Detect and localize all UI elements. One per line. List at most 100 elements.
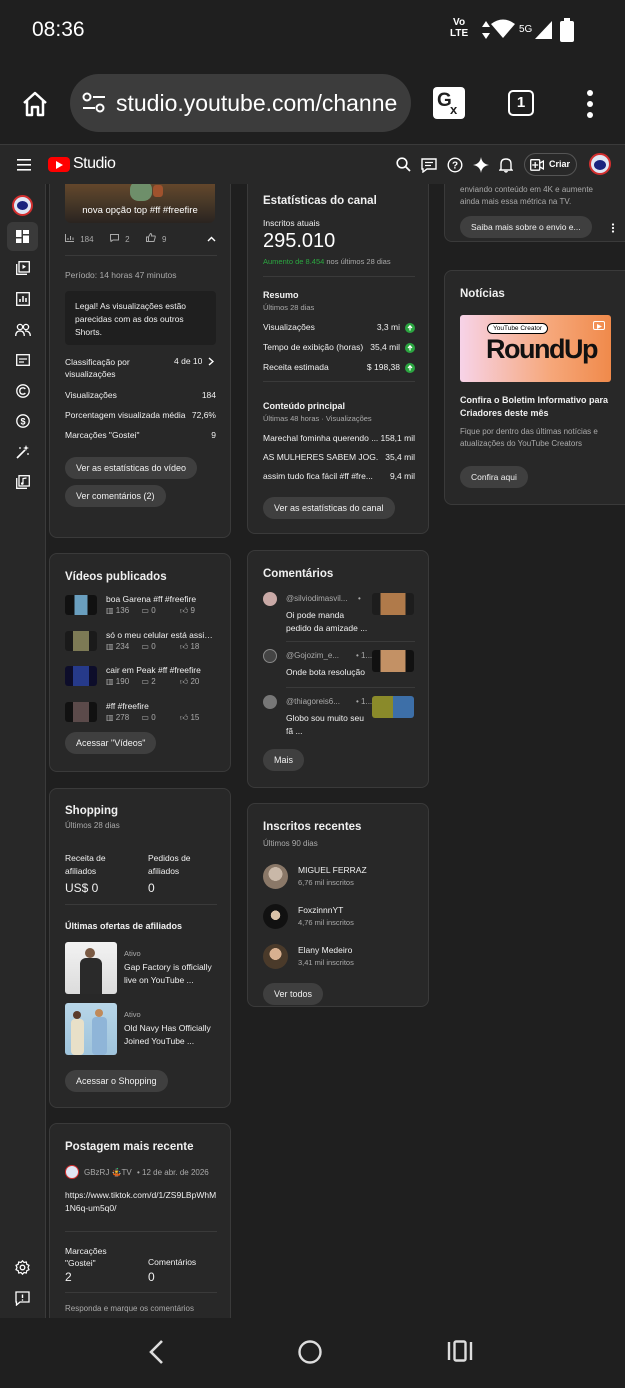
published-video-title-3[interactable]: cair em Peak #ff #freefire [106,665,218,675]
studio-logo-text[interactable]: Studio [73,155,116,173]
subscriber-avatar-1[interactable] [263,864,288,889]
video-thumbnail[interactable]: nova opção top #ff #freefire [65,184,215,223]
post-channel-name[interactable]: GBzRJ 🤹TV [84,1168,132,1177]
search-icon[interactable] [396,157,411,172]
subtitles-icon[interactable] [16,354,30,366]
go-to-videos-button[interactable]: Acessar "Vídeos" [65,732,157,754]
roundup-banner[interactable]: YouTube Creator RoundUp [460,315,611,382]
subscriber-avatar-2[interactable] [263,904,288,929]
channel-avatar[interactable] [12,195,33,216]
published-video-comments-4: 0 [151,713,156,722]
divider [65,255,217,256]
monetization-icon[interactable]: $ [16,414,30,428]
comment-author-2[interactable]: @Gojozim_e... [286,651,352,660]
send-feedback-icon[interactable] [15,1291,30,1306]
view-comments-button[interactable]: Ver comentários (2) [65,485,166,507]
create-label: Criar [549,159,571,169]
volte-top: Vo [453,17,466,28]
published-video-views-3: 190 [115,677,130,686]
feedback-icon[interactable] [421,157,437,173]
hamburger-icon[interactable] [17,159,31,171]
comment-text-1: Oi pode manda pedido da amizade ... [286,610,368,633]
more-menu-icon[interactable] [582,89,598,119]
video-thumb-4[interactable] [65,702,97,722]
shopping-subtitle: Últimos 28 dias [65,821,120,830]
video-thumb-1[interactable] [65,595,97,615]
collapse-chevron-icon[interactable] [207,236,216,242]
comment-author-1[interactable]: @silviodimasvil... [286,594,352,603]
post-channel-avatar[interactable] [65,1165,79,1179]
comment-author-3[interactable]: @thiagoreis6... [286,697,352,706]
notifications-bell-icon[interactable] [499,157,513,173]
settings-gear-icon[interactable] [15,1260,30,1275]
post-link[interactable]: https://www.tiktok.com/d/1/ZS9LBpWhM1N6q… [65,1189,218,1215]
offer-text-2[interactable]: Old Navy Has Officially Joined YouTube .… [124,1022,216,1048]
nav-dashboard[interactable] [7,222,38,251]
top-content-title-1[interactable]: Marechal fominha querendo ... [263,433,379,443]
create-button[interactable]: Criar [524,153,577,176]
commenter-avatar-2[interactable] [263,649,277,663]
account-avatar[interactable] [589,153,611,175]
site-settings-icon[interactable] [82,92,106,114]
rank-label: Classificação por visualizações [65,357,130,379]
offer-thumb-old-navy[interactable] [65,1003,117,1055]
learn-more-button[interactable]: Saiba mais sobre o envio e... [460,216,592,238]
view-video-stats-button[interactable]: Ver as estatísticas do vídeo [65,457,198,479]
affiliate-revenue-label: Receita de afiliados [65,853,106,876]
subscriber-name-3[interactable]: Elany Medeiro [298,945,352,955]
more-comments-button[interactable]: Mais [263,749,305,771]
view-channel-stats-button[interactable]: Ver as estatísticas do canal [263,497,395,519]
chevron-right-icon[interactable] [208,357,214,366]
news-headline[interactable]: Confira o Boletim Informativo para Criad… [460,394,618,420]
published-video-title-4[interactable]: #ff #freefire [106,701,218,711]
top-content-title-2[interactable]: AS MULHERES SABEM JOG... [263,452,379,462]
go-to-shopping-button[interactable]: Acessar o Shopping [65,1070,168,1092]
comment-text-3: Globo sou muito seu fã ... [286,713,364,736]
published-video-title-2[interactable]: só o meu celular está assim... [106,630,218,640]
address-bar[interactable]: studio.youtube.com/channe [70,74,411,132]
recent-apps-icon[interactable] [447,1340,473,1362]
youtube-logo-icon[interactable] [48,157,70,172]
published-video-title-1[interactable]: boa Garena #ff #freefire [106,594,218,604]
translate-icon[interactable]: G x [433,87,465,119]
analytics-icon[interactable] [16,292,30,306]
rank-value[interactable]: 4 de 10 [174,356,202,366]
shopping-card: Shopping Últimos 28 dias Receita de afil… [49,788,231,1108]
content-icon[interactable] [16,261,30,275]
video-thumb-2[interactable] [65,631,97,651]
audio-library-icon[interactable] [16,475,30,489]
video-thumb-3[interactable] [65,666,97,686]
sparkle-icon[interactable] [473,157,489,173]
svg-text:?: ? [452,161,458,172]
comment-video-thumb-1[interactable] [372,593,414,615]
subscriber-avatar-3[interactable] [263,944,288,969]
current-subs-value: 295.010 [263,230,336,252]
five-g-label: 5G [519,24,533,35]
subscriber-name-1[interactable]: MIGUEL FERRAZ [298,865,367,875]
top-content-title-3[interactable]: assim tudo fica fácil #ff #fre... [263,471,379,481]
help-icon[interactable]: ? [447,157,463,173]
view-all-subscribers-button[interactable]: Ver todos [263,983,324,1005]
trend-up-icon [405,323,415,333]
url-text[interactable]: studio.youtube.com/channe [116,90,402,117]
video-likes: 9 [161,235,167,244]
comments-card: Comentários @silviodimasvil... • Oi pode… [247,550,429,788]
comment-video-thumb-2[interactable] [372,650,414,672]
banner-title: RoundUp [486,334,598,364]
subscriber-name-2[interactable]: FoxzinnnYT [298,905,343,915]
home-circle-icon[interactable] [297,1339,323,1365]
published-video-views-1: 136 [115,606,130,615]
copyright-icon[interactable] [16,384,30,398]
community-icon[interactable] [15,323,31,337]
commenter-avatar-1[interactable] [263,592,277,606]
comment-video-thumb-3[interactable] [372,696,414,718]
more-options-icon[interactable] [611,223,615,233]
commenter-avatar-3[interactable] [263,695,277,709]
offer-thumb-gap[interactable] [65,942,117,994]
check-here-button[interactable]: Confira aqui [460,466,528,488]
home-icon[interactable] [21,90,49,118]
tab-switcher-button[interactable]: 1 [508,90,534,116]
offer-text-1[interactable]: Gap Factory is officially live on YouTub… [124,961,216,987]
back-icon[interactable] [148,1339,164,1365]
customization-wand-icon[interactable] [16,445,30,459]
